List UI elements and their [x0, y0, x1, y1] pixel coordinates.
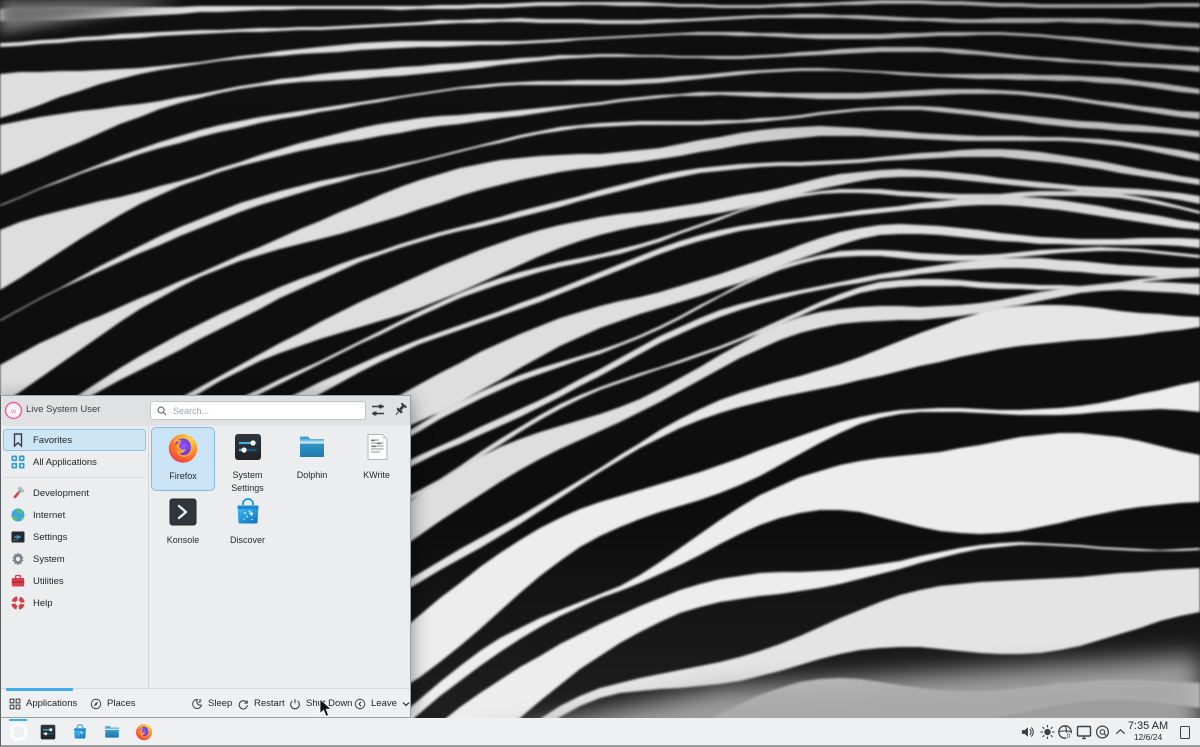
svg-text:w: w	[10, 406, 17, 415]
svg-text:0: 0	[1067, 732, 1071, 739]
